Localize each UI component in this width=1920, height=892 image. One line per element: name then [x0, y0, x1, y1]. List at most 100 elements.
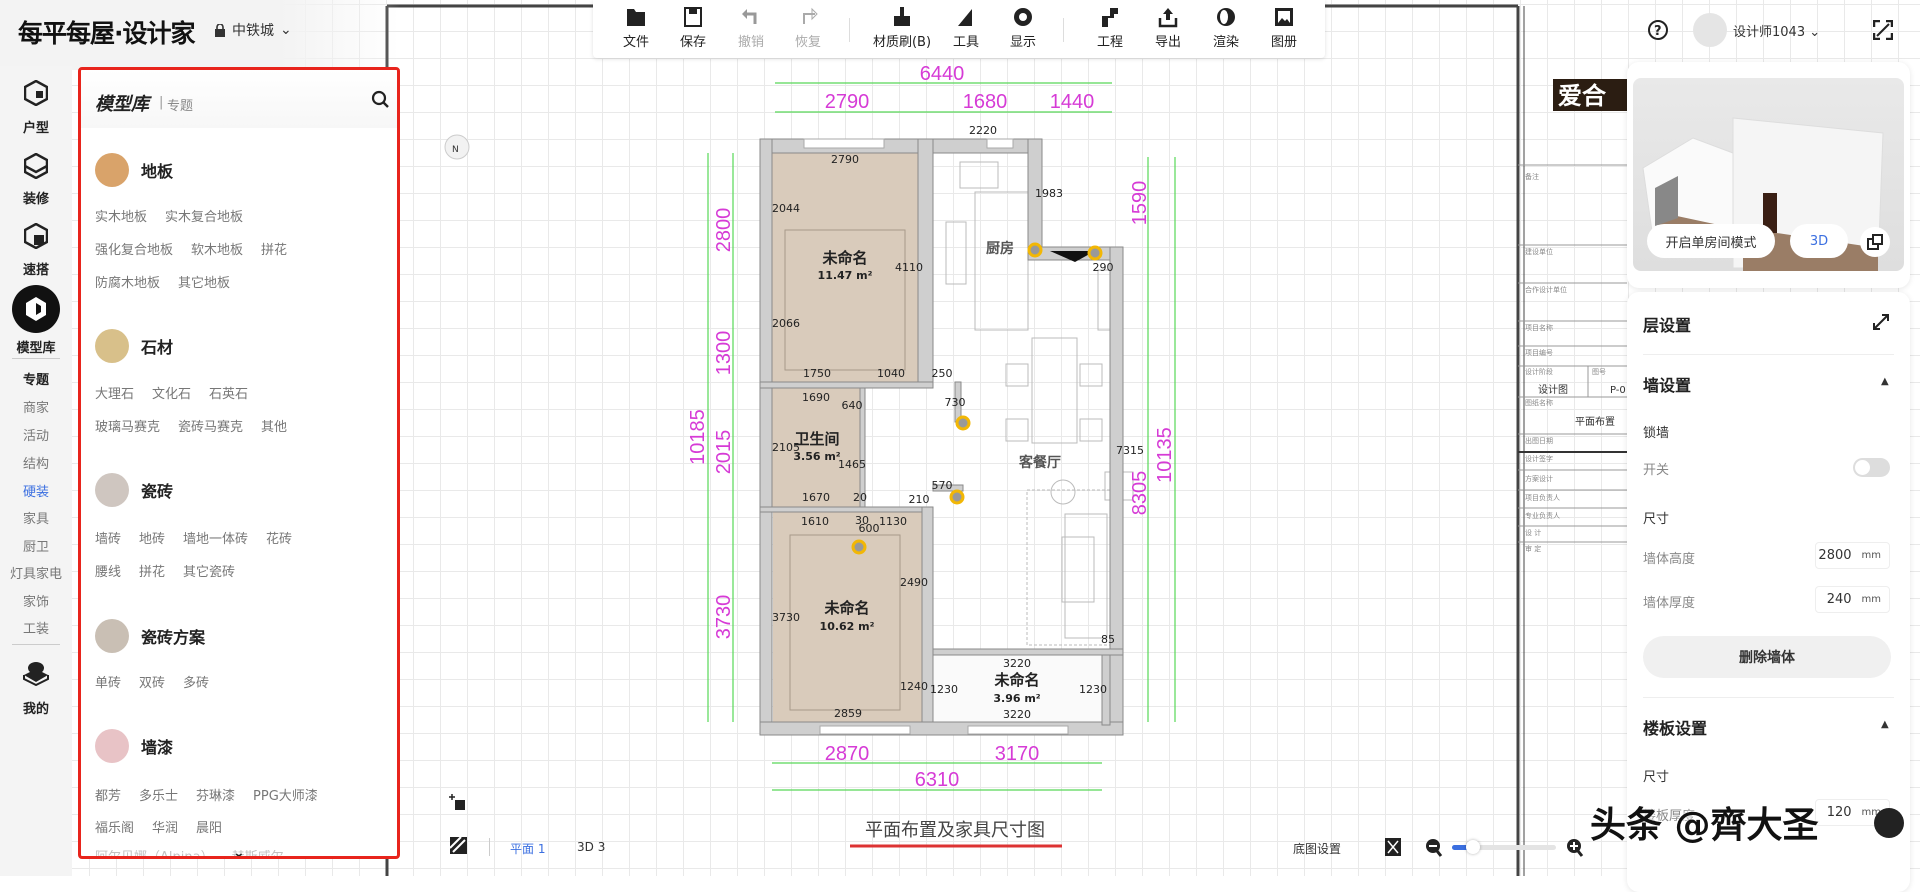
rail-sub-decor[interactable]: 家饰 — [0, 591, 72, 610]
rail-item-quick-build[interactable]: 速搭 — [0, 259, 72, 278]
collapse-up-icon[interactable]: ▲ — [1881, 376, 1889, 387]
app-logo[interactable]: 每平每屋·设计家 — [18, 14, 195, 50]
subcategory-link[interactable]: 防腐木地板 — [95, 272, 160, 291]
zoom-out-icon[interactable] — [1425, 838, 1443, 858]
tab-plan[interactable]: 平面 1 — [510, 840, 545, 857]
redo-button[interactable]: 恢复 — [780, 6, 836, 50]
rail-sub-structure[interactable]: 结构 — [0, 453, 72, 472]
subcategory-link[interactable]: 福乐阁 — [95, 817, 134, 836]
subcategory-link[interactable]: 其他 — [261, 416, 287, 435]
add-layer-icon[interactable] — [449, 792, 469, 812]
subcategory-link[interactable]: 多砖 — [183, 672, 209, 691]
subcategory-link[interactable]: 文化石 — [152, 383, 191, 402]
save-button[interactable]: 保存 — [665, 6, 721, 50]
rail-sub-kitchen-bath[interactable]: 厨卫 — [0, 536, 72, 555]
undo-button[interactable]: 撤销 — [723, 6, 779, 50]
fullscreen-icon[interactable] — [1873, 20, 1893, 40]
subcategory-link[interactable]: 双砖 — [139, 672, 165, 691]
lock-wall-toggle[interactable] — [1853, 458, 1890, 477]
subcategory-link[interactable]: 晨阳 — [196, 817, 222, 836]
material-brush-button[interactable]: 材质刷(B) — [869, 6, 935, 50]
help-icon[interactable]: ? — [1647, 19, 1669, 41]
dimension-label: 570 — [932, 479, 953, 492]
hatch-icon[interactable] — [449, 836, 469, 856]
zoom-slider[interactable] — [1452, 840, 1556, 854]
zoom-in-icon[interactable] — [1566, 838, 1584, 858]
panel-subtitle-topic[interactable]: 专题 — [167, 95, 193, 114]
subcategory-link[interactable]: 其它瓷砖 — [183, 561, 235, 580]
user-menu[interactable]: 设计师1043 ⌄ — [1733, 21, 1820, 40]
rail-sub-commercial[interactable]: 工装 — [0, 618, 72, 637]
rail-item-mine[interactable]: 我的 — [0, 698, 72, 717]
delete-wall-button[interactable]: 删除墙体 — [1643, 636, 1891, 678]
subcategory-link[interactable]: 实木地板 — [95, 206, 147, 225]
subcategory-link[interactable]: 软木地板 — [191, 239, 243, 258]
base-map-settings[interactable]: 底图设置 — [1293, 840, 1341, 857]
pop-out-button[interactable] — [1860, 227, 1890, 257]
rail-sub-furniture[interactable]: 家具 — [0, 508, 72, 527]
subcategory-link[interactable]: 墙砖 — [95, 528, 121, 547]
subcategory-link[interactable]: PPG大师漆 — [253, 785, 318, 804]
subcategory-link[interactable]: 拼花 — [261, 239, 287, 258]
category-items: 实木地板 实木复合地板 — [95, 206, 243, 225]
rail-item-decoration[interactable]: 装修 — [0, 188, 72, 207]
subcategory-link[interactable]: 石英石 — [209, 383, 248, 402]
subcategory-link[interactable]: 强化复合地板 — [95, 239, 173, 258]
category-header[interactable]: 墙漆 — [95, 729, 173, 763]
subcategory-link[interactable]: 实木复合地板 — [165, 206, 243, 225]
search-icon[interactable] — [371, 90, 391, 110]
rail-sub-hard-decoration[interactable]: 硬装 — [0, 481, 72, 500]
subcategory-link[interactable]: 多乐士 — [139, 785, 178, 804]
subcategory-link[interactable]: 花砖 — [266, 528, 292, 547]
subcategory-link[interactable]: 玻璃马赛克 — [95, 416, 160, 435]
album-button[interactable]: 图册 — [1256, 6, 1312, 50]
category-header[interactable]: 瓷砖 — [95, 473, 173, 507]
subcategory-link[interactable]: 都芳 — [95, 785, 121, 804]
display-button[interactable]: 显示 — [995, 6, 1051, 50]
tools-button[interactable]: 工具 — [938, 6, 994, 50]
rail-sub-topic[interactable]: 专题 — [0, 369, 72, 388]
rail-item-model-library[interactable]: 模型库 — [0, 337, 72, 356]
rail-sub-activity[interactable]: 活动 — [0, 425, 72, 444]
zoom-slider-handle[interactable] — [1465, 840, 1480, 854]
dimension-label: 2490 — [900, 576, 928, 589]
rail-sub-lighting-appliance[interactable]: 灯具家电 — [0, 563, 72, 582]
tab-3d[interactable]: 3D 3 — [577, 840, 605, 854]
preview-card: 开启单房间模式 3D — [1627, 62, 1910, 288]
subcategory-link[interactable]: 大理石 — [95, 383, 134, 402]
expand-icon[interactable] — [1872, 313, 1890, 331]
category-header[interactable]: 瓷砖方案 — [95, 619, 205, 653]
rail-item-floorplan[interactable]: 户型 — [0, 117, 72, 136]
subcategory-link[interactable]: 地砖 — [139, 528, 165, 547]
dimension-label: 1610 — [801, 515, 829, 528]
category-header[interactable]: 地板 — [95, 153, 173, 187]
rail-sub-merchant[interactable]: 商家 — [0, 397, 72, 416]
subcategory-link[interactable]: 腰线 — [95, 561, 121, 580]
export-button[interactable]: 导出 — [1140, 6, 1196, 50]
3d-mode-button[interactable]: 3D — [1790, 224, 1848, 258]
subcategory-link[interactable]: 其它地板 — [178, 272, 230, 291]
slab-settings-title[interactable]: 楼板设置 — [1643, 715, 1707, 739]
wall-height-input[interactable]: 2800 mm — [1815, 542, 1890, 569]
collapse-chevron-icon[interactable]: ⌄ — [233, 845, 245, 856]
wall-thickness-input[interactable]: 240 mm — [1815, 586, 1890, 613]
render-button[interactable]: 渲染 — [1198, 6, 1254, 50]
avatar[interactable] — [1693, 13, 1727, 47]
category-header[interactable]: 石材 — [95, 329, 173, 363]
lock-wall-label: 锁墙 — [1643, 426, 1670, 441]
subcategory-link[interactable]: 华润 — [152, 817, 178, 836]
subcategory-link[interactable]: 单砖 — [95, 672, 121, 691]
subcategory-link[interactable]: 阿尔贝娜（Alpina） — [95, 846, 214, 856]
fit-view-icon[interactable] — [1385, 838, 1401, 856]
subcategory-link[interactable]: 墙地一体砖 — [183, 528, 248, 547]
subcategory-link[interactable]: 芬琳漆 — [196, 785, 235, 804]
title-field: 审 定 — [1525, 544, 1541, 553]
file-button[interactable]: 文件 — [608, 6, 664, 50]
single-room-mode-button[interactable]: 开启单房间模式 — [1647, 224, 1775, 258]
subcategory-link[interactable]: 拼花 — [139, 561, 165, 580]
collapse-up-icon[interactable]: ▲ — [1881, 719, 1889, 730]
project-selector[interactable]: 中铁城 ⌄ — [214, 20, 292, 40]
subcategory-link[interactable]: 瓷砖马赛克 — [178, 416, 243, 435]
wall-settings-title[interactable]: 墙设置 — [1643, 372, 1691, 396]
engineering-button[interactable]: 工程 — [1082, 6, 1138, 50]
